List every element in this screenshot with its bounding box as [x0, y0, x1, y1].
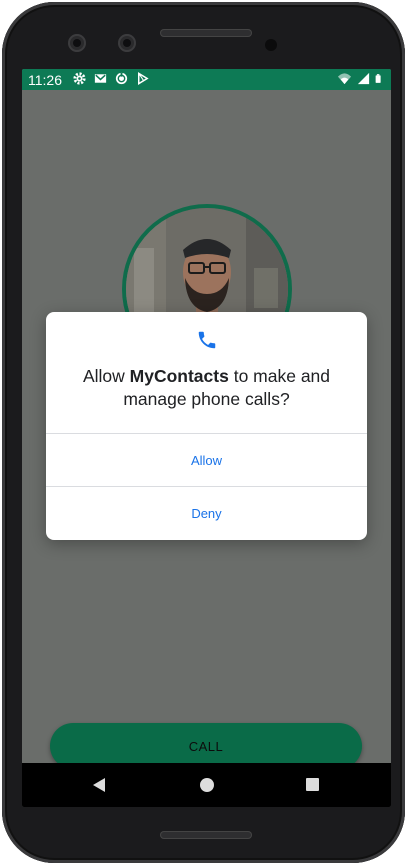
- back-icon[interactable]: [92, 777, 106, 793]
- phone-frame: 11:26 CALL Allow MyContacts to make and …: [2, 2, 405, 863]
- recents-icon[interactable]: [306, 778, 319, 791]
- deny-button[interactable]: Deny: [46, 487, 367, 539]
- navigation-bar: [22, 763, 391, 807]
- wifi-icon: [337, 73, 352, 85]
- play-store-icon: [138, 72, 149, 85]
- allow-button[interactable]: Allow: [46, 434, 367, 486]
- permission-dialog: Allow MyContacts to make and manage phon…: [46, 312, 367, 540]
- bottom-speaker: [160, 831, 252, 839]
- status-time: 11:26: [28, 72, 62, 88]
- battery-icon: [375, 74, 381, 83]
- sync-icon: [115, 72, 128, 85]
- gmail-icon: [94, 74, 107, 83]
- earpiece-speaker: [160, 29, 252, 37]
- dialog-app-name: MyContacts: [129, 366, 229, 386]
- status-bar: 11:26: [22, 69, 391, 90]
- home-icon[interactable]: [200, 778, 214, 792]
- gear-icon: [73, 72, 86, 85]
- screen: 11:26 CALL Allow MyContacts to make and …: [22, 69, 391, 807]
- dialog-title-prefix: Allow: [82, 366, 130, 386]
- dialog-title: Allow MyContacts to make and manage phon…: [56, 365, 357, 411]
- proximity-sensor: [265, 39, 277, 51]
- signal-icon: [357, 72, 370, 85]
- phone-icon: [198, 331, 216, 349]
- front-camera-left: [68, 34, 86, 52]
- front-camera-right: [118, 34, 136, 52]
